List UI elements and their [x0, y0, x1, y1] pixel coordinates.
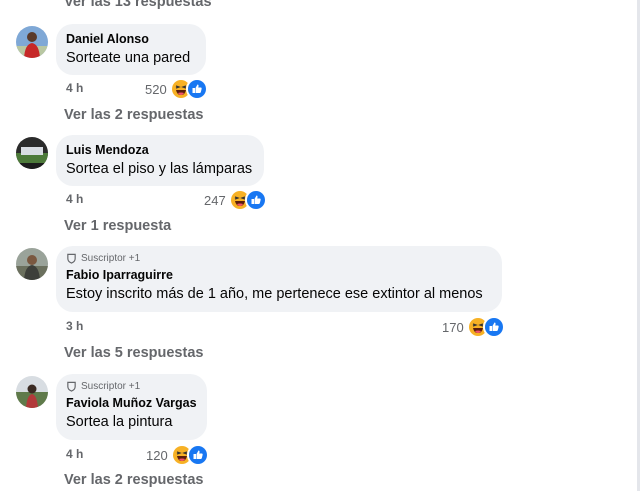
comment-author[interactable]: Faviola Muñoz Vargas	[66, 395, 197, 411]
reactions-summary[interactable]: 520	[145, 78, 208, 100]
subscriber-badge: Suscriptor +1	[66, 253, 490, 264]
avatar[interactable]	[16, 137, 48, 169]
view-replies-link[interactable]: Ver las 2 respuestas	[64, 107, 203, 123]
like-reaction-icon	[186, 444, 209, 466]
subscriber-badge-label: Suscriptor +1	[81, 253, 141, 264]
view-replies-link[interactable]: Ver 1 respuesta	[64, 218, 171, 234]
comment-text: Sortea el piso y las lámparas	[66, 161, 253, 177]
like-reaction-icon	[482, 316, 505, 338]
comment-time[interactable]: 4 h	[66, 192, 83, 206]
reactions-summary[interactable]: 120	[146, 444, 209, 466]
comment-time[interactable]: 4 h	[66, 447, 83, 461]
view-replies-link[interactable]: Ver las 5 respuestas	[64, 345, 203, 361]
comment-time[interactable]: 3 h	[66, 319, 83, 333]
avatar[interactable]	[16, 248, 48, 280]
reaction-count: 170	[442, 319, 464, 335]
reaction-count: 520	[145, 81, 167, 97]
comment-time[interactable]: 4 h	[66, 81, 83, 95]
subscriber-badge-label: Suscriptor +1	[81, 381, 141, 392]
comment-bubble: Luis Mendoza Sortea el piso y las lámpar…	[56, 135, 264, 186]
subscriber-badge: Suscriptor +1	[66, 381, 195, 392]
comment-text: Estoy inscrito más de 1 año, me pertenec…	[66, 286, 483, 302]
like-reaction-icon	[185, 78, 208, 100]
view-replies-link[interactable]: Ver las 13 respuestas	[64, 0, 212, 10]
subscriber-shield-icon	[67, 253, 76, 264]
avatar[interactable]	[16, 376, 48, 408]
reactions-summary[interactable]: 247	[204, 189, 267, 211]
subscriber-shield-icon	[67, 381, 76, 392]
reaction-count: 247	[204, 192, 226, 208]
comment-author[interactable]: Fabio Iparraguirre	[66, 267, 490, 283]
comment-bubble: Daniel Alonso Sorteate una pared	[56, 24, 206, 75]
avatar[interactable]	[16, 26, 48, 58]
like-reaction-icon	[244, 189, 267, 211]
comment-bubble: Suscriptor +1 Faviola Muñoz Vargas Sorte…	[56, 374, 207, 440]
comment-text: Sortea la pintura	[66, 414, 173, 430]
comment-author[interactable]: Daniel Alonso	[66, 31, 194, 47]
comment-author[interactable]: Luis Mendoza	[66, 142, 252, 158]
comment-text: Sorteate una pared	[66, 50, 191, 66]
reaction-count: 120	[146, 447, 168, 463]
reactions-summary[interactable]: 170	[442, 316, 505, 338]
view-replies-link[interactable]: Ver las 2 respuestas	[64, 472, 203, 488]
comment-bubble: Suscriptor +1 Fabio Iparraguirre Estoy i…	[56, 246, 502, 312]
